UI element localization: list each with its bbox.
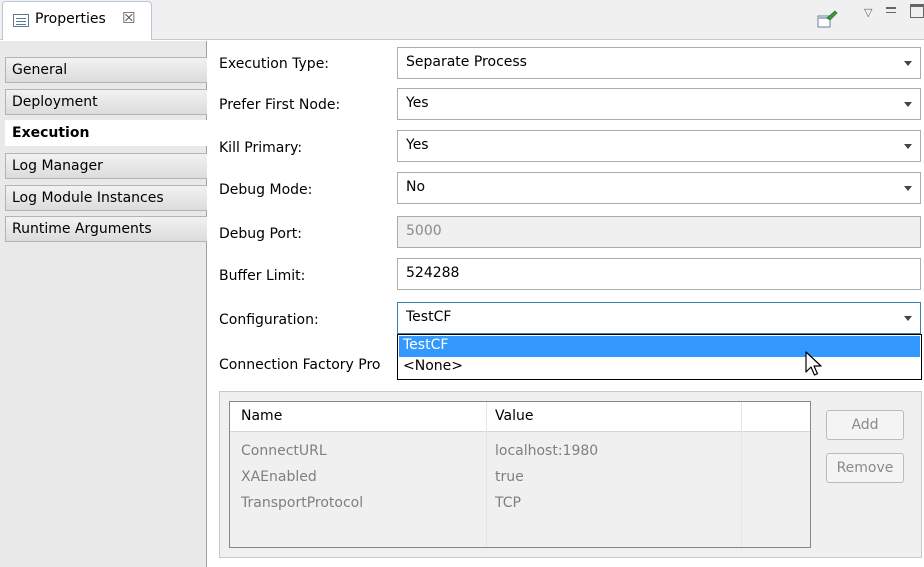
view-menu-icon[interactable]: ▽ (864, 6, 872, 19)
debug-port-label: Debug Port: (219, 226, 302, 242)
minimize-icon[interactable] (886, 7, 896, 13)
configuration-label: Configuration: (219, 312, 319, 328)
configuration-dropdown-list: TestCF <None> (397, 334, 922, 380)
sidebar-item-log-module-instances[interactable]: Log Module Instances (5, 185, 207, 211)
chevron-down-icon (904, 102, 912, 107)
execution-type-label: Execution Type: (219, 56, 330, 72)
debug-mode-label: Debug Mode: (219, 182, 313, 198)
prefer-first-node-value: Yes (406, 95, 429, 111)
column-header-name[interactable]: Name (241, 408, 282, 424)
configuration-select[interactable]: TestCF (397, 302, 921, 334)
kill-primary-label: Kill Primary: (219, 140, 303, 156)
execution-type-value: Separate Process (406, 54, 527, 70)
pin-icon[interactable] (816, 9, 838, 29)
table-row[interactable]: XAEnabled true (230, 466, 810, 490)
mouse-cursor-icon (805, 351, 822, 376)
category-list: General Deployment Execution Log Manager… (0, 41, 209, 567)
table-row[interactable]: ConnectURL localhost:1980 (230, 440, 810, 464)
row-name: TransportProtocol (241, 495, 364, 511)
row-value: TCP (495, 495, 521, 511)
debug-port-field: 5000 (397, 216, 921, 248)
kill-primary-select[interactable]: Yes (397, 130, 921, 162)
chevron-down-icon (904, 61, 912, 66)
configuration-value: TestCF (406, 309, 452, 325)
sidebar-item-runtime-arguments[interactable]: Runtime Arguments (5, 216, 207, 242)
table-header: Name Value (230, 402, 810, 432)
sidebar-item-deployment[interactable]: Deployment (5, 89, 207, 115)
properties-table[interactable]: Name Value ConnectURL localhost:1980 XAE… (229, 401, 811, 548)
view-tab-bar: Properties ☒ ▽ (0, 0, 924, 40)
remove-button[interactable]: Remove (826, 453, 904, 483)
row-name: XAEnabled (241, 469, 317, 485)
properties-view-icon (13, 14, 29, 27)
column-header-value[interactable]: Value (495, 408, 533, 424)
row-value: localhost:1980 (495, 443, 599, 459)
chevron-down-icon (904, 316, 912, 321)
table-row[interactable]: TransportProtocol TCP (230, 492, 810, 516)
buffer-limit-label: Buffer Limit: (219, 268, 306, 284)
chevron-down-icon (904, 144, 912, 149)
chevron-down-icon (904, 186, 912, 191)
debug-mode-value: No (406, 179, 426, 195)
buffer-limit-field[interactable]: 524288 (397, 258, 921, 290)
kill-primary-value: Yes (406, 137, 429, 153)
debug-mode-select[interactable]: No (397, 172, 921, 204)
tab-title: Properties (35, 11, 106, 27)
row-name: ConnectURL (241, 443, 327, 459)
maximize-icon[interactable] (910, 4, 924, 18)
close-icon[interactable]: ☒ (122, 9, 135, 27)
prefer-first-node-label: Prefer First Node: (219, 97, 341, 113)
prefer-first-node-select[interactable]: Yes (397, 88, 921, 120)
execution-type-select[interactable]: Separate Process (397, 47, 921, 79)
dropdown-option-none[interactable]: <None> (399, 357, 920, 378)
dropdown-option-testcf[interactable]: TestCF (399, 336, 920, 357)
row-value: true (495, 469, 524, 485)
add-button[interactable]: Add (826, 410, 904, 440)
sidebar-item-general[interactable]: General (5, 57, 207, 83)
connection-factory-label: Connection Factory Pro (219, 357, 381, 373)
sidebar-item-execution[interactable]: Execution (5, 120, 209, 146)
properties-tab[interactable]: Properties ☒ (2, 1, 152, 40)
sidebar-item-log-manager[interactable]: Log Manager (5, 153, 207, 179)
